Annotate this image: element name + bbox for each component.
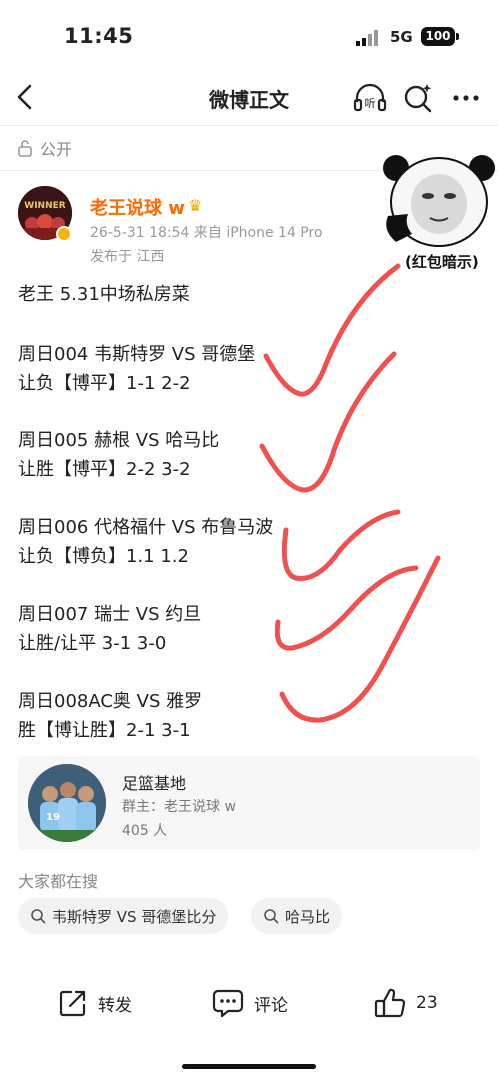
author-name[interactable]: 老王说球 w	[90, 194, 185, 220]
thumbs-up-icon	[374, 988, 406, 1018]
more-icon[interactable]	[448, 80, 484, 116]
match-004-title: 周日004 韦斯特罗 VS 哥德堡	[18, 344, 256, 365]
lock-icon	[18, 140, 32, 157]
battery-icon: 100	[421, 27, 455, 46]
comment-label: 评论	[254, 995, 288, 1016]
match-007-title: 周日007 瑞士 VS 约旦	[18, 604, 202, 625]
verified-badge-icon	[56, 226, 72, 242]
crown-icon: ♛	[188, 196, 203, 215]
post-location: 发布于 江西	[90, 249, 165, 265]
check-mark-icon	[279, 555, 441, 723]
visibility-text: 公开	[40, 140, 73, 159]
search-chip-label: 韦斯特罗 VS 哥德堡比分	[52, 907, 217, 926]
group-name: 足篮基地	[122, 774, 187, 793]
panda-meme-sticker	[383, 155, 495, 247]
signal-icon	[356, 30, 378, 46]
check-mark-icon	[259, 351, 397, 493]
match-007-pick: 让胜/让平 3-1 3-0	[18, 633, 167, 654]
check-mark-icon	[274, 565, 419, 651]
battery-tip	[456, 33, 459, 40]
listen-icon[interactable]: 听	[352, 80, 388, 116]
search-icon	[31, 909, 46, 924]
post-time-device: 26-5-31 18:54 来自 iPhone 14 Pro	[90, 225, 323, 241]
like-button[interactable]: 23	[374, 986, 438, 1020]
comment-button[interactable]: 评论	[212, 986, 288, 1020]
visibility-label: 公开	[16, 137, 72, 159]
like-count: 23	[416, 993, 438, 1013]
group-avatar: 19	[28, 764, 106, 842]
match-006-pick: 让负【博负】1.1 1.2	[18, 546, 189, 567]
match-004-pick: 让负【博平】1-1 2-2	[18, 373, 191, 394]
match-005-pick: 让胜【博平】2-2 3-2	[18, 459, 191, 480]
status-time: 11:45	[64, 24, 134, 48]
meme-caption: (红包暗示)	[405, 253, 479, 271]
match-005-title: 周日005 赫根 VS 哈马比	[18, 430, 220, 451]
search-icon[interactable]	[400, 80, 436, 116]
svg-text:听: 听	[365, 97, 376, 110]
search-icon	[264, 909, 279, 924]
match-008-title: 周日008AC奥 VS 雅罗	[18, 691, 203, 712]
nav-bar: 微博正文 听	[0, 72, 498, 124]
search-chip-label: 哈马比	[285, 907, 331, 926]
svg-text:WINNER: WINNER	[24, 201, 65, 211]
svg-text:19: 19	[46, 812, 60, 823]
nav-divider	[0, 125, 498, 126]
match-006-title: 周日006 代格福什 VS 布鲁马波	[18, 517, 274, 538]
group-avatar-image: 19	[28, 764, 106, 842]
post-heading: 老王 5.31中场私房菜	[18, 284, 190, 305]
group-card[interactable]: 19 足篮基地 群主：老王说球 w 405 人	[18, 756, 480, 850]
check-mark-icon	[263, 263, 401, 397]
check-mark-icon	[281, 509, 401, 581]
status-bar: 11:45 5G 100	[0, 0, 498, 72]
comment-icon	[212, 989, 244, 1018]
home-indicator	[182, 1064, 316, 1069]
trending-heading: 大家都在搜	[18, 872, 99, 891]
repost-button[interactable]: 转发	[58, 986, 132, 1020]
group-member-count: 405 人	[122, 823, 168, 839]
group-owner: 群主：老王说球 w	[122, 799, 236, 815]
search-chip[interactable]: 哈马比	[251, 898, 343, 934]
search-chip[interactable]: 韦斯特罗 VS 哥德堡比分	[18, 898, 229, 934]
repost-icon	[59, 990, 86, 1017]
match-008-pick: 胜【博让胜】2-1 3-1	[18, 720, 191, 741]
network-label: 5G	[390, 28, 413, 46]
repost-label: 转发	[98, 995, 132, 1016]
